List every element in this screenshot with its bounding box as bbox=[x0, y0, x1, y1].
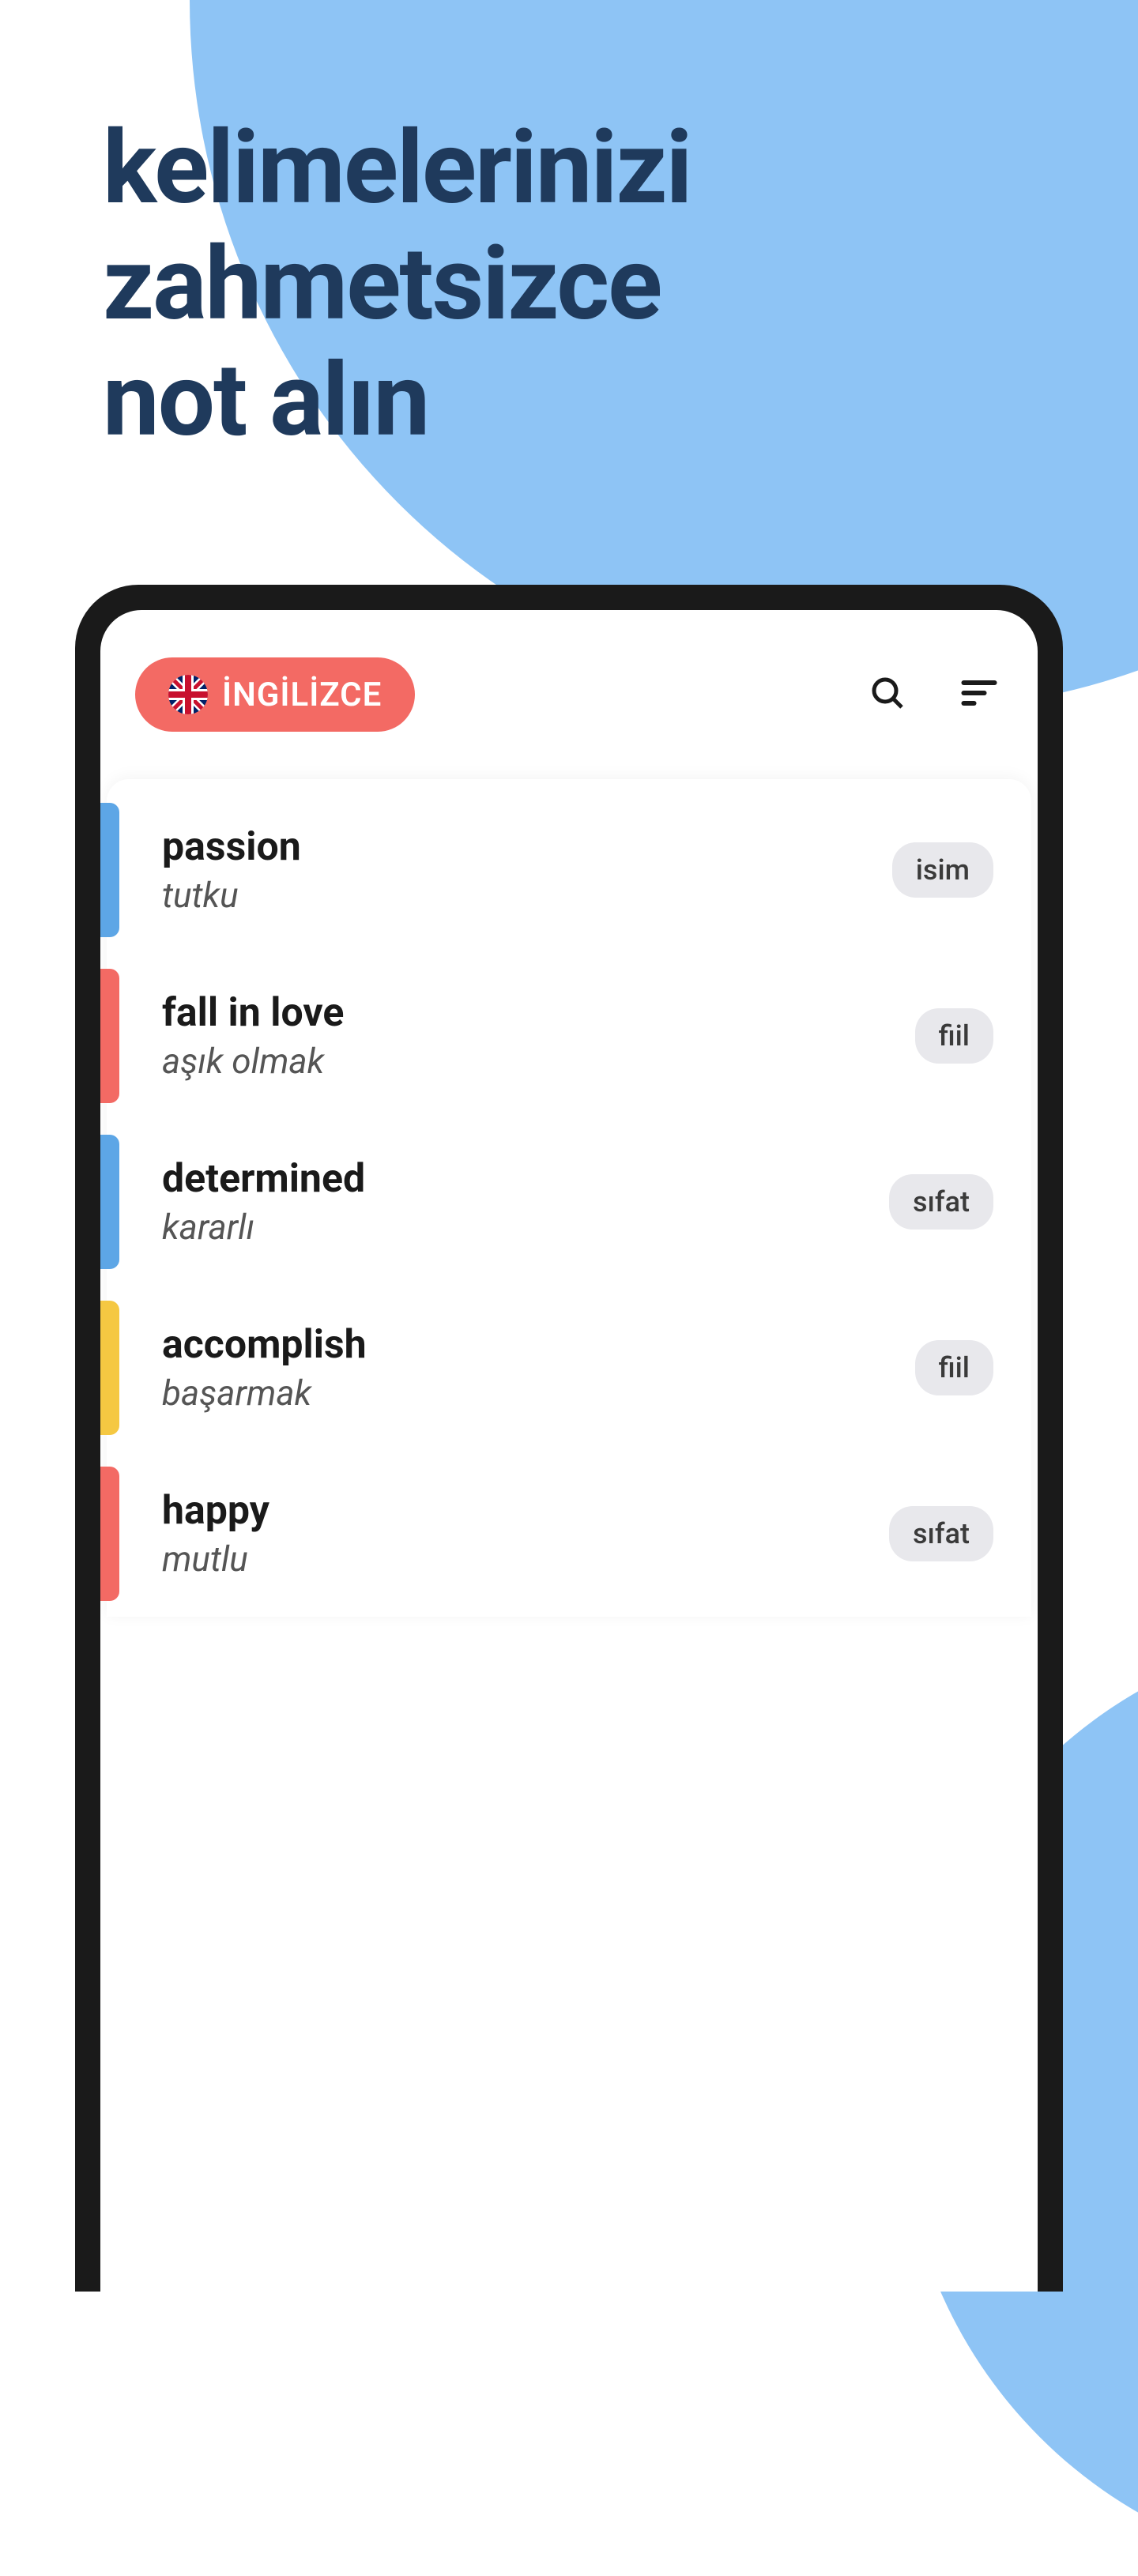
phone-screen: İNGİLİZCE bbox=[100, 610, 1038, 2292]
color-tab bbox=[100, 1301, 119, 1435]
word-item[interactable]: accomplish başarmak fiil bbox=[107, 1285, 1031, 1451]
word-item[interactable]: determined kararlı sıfat bbox=[107, 1119, 1031, 1285]
color-tab bbox=[100, 969, 119, 1103]
word-translation: mutlu bbox=[162, 1538, 269, 1580]
search-icon bbox=[869, 674, 906, 715]
word-content: fall in love aşık olmak bbox=[162, 990, 344, 1082]
language-selector-button[interactable]: İNGİLİZCE bbox=[135, 657, 415, 732]
word-item[interactable]: happy mutlu sıfat bbox=[107, 1451, 1031, 1617]
word-translation: aşık olmak bbox=[162, 1041, 344, 1082]
word-translation: kararlı bbox=[162, 1207, 365, 1248]
word-tag: sıfat bbox=[889, 1174, 993, 1230]
phone-frame: İNGİLİZCE bbox=[75, 585, 1063, 2292]
word-item[interactable]: fall in love aşık olmak fiil bbox=[107, 953, 1031, 1119]
word-main: happy bbox=[162, 1488, 269, 1534]
word-main: passion bbox=[162, 824, 301, 870]
app-header: İNGİLİZCE bbox=[100, 610, 1038, 763]
language-label: İNGİLİZCE bbox=[222, 676, 382, 714]
word-item[interactable]: passion tutku isim bbox=[107, 787, 1031, 953]
color-tab bbox=[100, 803, 119, 937]
color-tab bbox=[100, 1467, 119, 1601]
search-button[interactable] bbox=[864, 671, 911, 718]
sort-icon bbox=[959, 672, 1000, 717]
uk-flag-icon bbox=[168, 675, 208, 714]
word-content: accomplish başarmak bbox=[162, 1322, 367, 1414]
word-tag: isim bbox=[892, 842, 993, 898]
word-main: accomplish bbox=[162, 1322, 367, 1368]
word-list: passion tutku isim fall in love aşık olm… bbox=[107, 779, 1031, 1617]
word-translation: başarmak bbox=[162, 1373, 367, 1414]
word-translation: tutku bbox=[162, 875, 301, 916]
word-main: fall in love bbox=[162, 990, 344, 1036]
headline-line-3: not alın bbox=[103, 341, 428, 460]
word-tag: sıfat bbox=[889, 1506, 993, 1561]
sort-filter-button[interactable] bbox=[955, 671, 1003, 718]
word-content: passion tutku bbox=[162, 824, 301, 916]
promo-headline: kelimelerinizi zahmetsizce not alın bbox=[103, 111, 691, 460]
color-tab bbox=[100, 1135, 119, 1269]
headline-line-2: zahmetsizce bbox=[103, 225, 661, 344]
word-main: determined bbox=[162, 1156, 365, 1202]
word-tag: fiil bbox=[915, 1008, 993, 1064]
word-content: happy mutlu bbox=[162, 1488, 269, 1580]
word-content: determined kararlı bbox=[162, 1156, 365, 1248]
word-tag: fiil bbox=[915, 1340, 993, 1395]
headline-line-1: kelimelerinizi bbox=[103, 109, 691, 228]
